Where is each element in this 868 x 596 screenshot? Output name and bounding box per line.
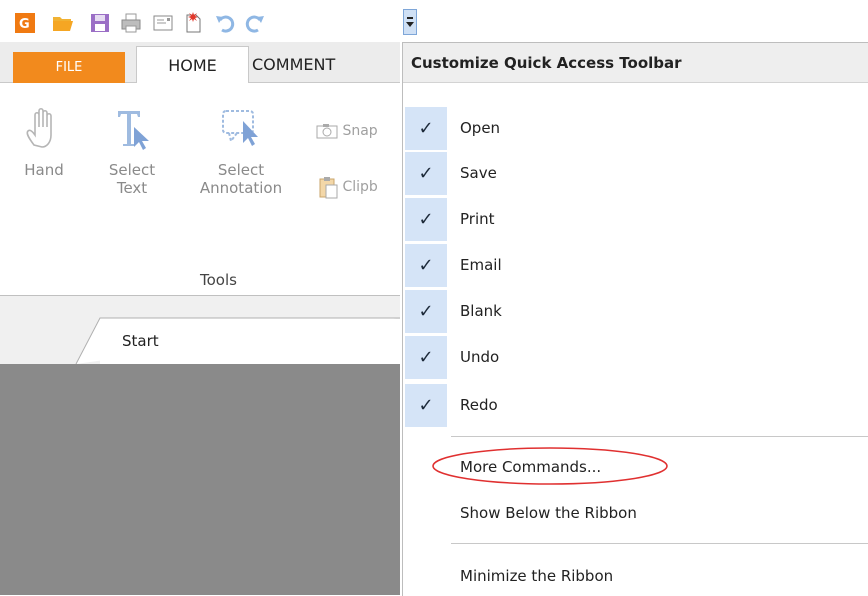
menu-item-minimize-ribbon[interactable]: Minimize the Ribbon <box>460 567 613 585</box>
clipboard-button[interactable]: Clipb <box>318 175 378 199</box>
menu-item-redo[interactable]: ✓ Redo <box>403 383 868 428</box>
tab-start[interactable]: Start <box>122 332 159 350</box>
check-icon: ✓ <box>405 107 447 150</box>
check-icon: ✓ <box>405 152 447 195</box>
snapshot-button[interactable]: Snap <box>316 123 378 139</box>
hand-icon <box>26 107 52 148</box>
menu-title: Customize Quick Access Toolbar <box>403 43 868 83</box>
select-text-icon <box>118 111 149 150</box>
tools-group-label: Tools <box>200 271 237 289</box>
ribbon-tab-bar: FILE HOME COMMENT <box>0 42 400 85</box>
camera-icon <box>316 124 338 139</box>
menu-separator <box>451 543 868 544</box>
blank-page-icon[interactable] <box>182 12 204 34</box>
hand-tool-button[interactable]: Hand <box>14 105 74 179</box>
check-icon: ✓ <box>405 198 447 241</box>
hand-label: Hand <box>24 161 64 179</box>
check-icon: ✓ <box>405 336 447 379</box>
save-icon[interactable] <box>89 12 111 34</box>
menu-item-label: Open <box>460 119 501 137</box>
menu-item-label: Email <box>460 256 502 274</box>
menu-item-blank[interactable]: ✓ Blank <box>403 289 868 334</box>
clipboard-label: Clipb <box>342 179 378 195</box>
select-annotation-icon <box>222 110 258 146</box>
menu-item-open[interactable]: ✓ Open <box>403 106 868 151</box>
select-text-label-line2: Text <box>116 179 148 197</box>
customize-quick-access-menu: Customize Quick Access Toolbar ✓ Open ✓ … <box>402 42 868 596</box>
tab-file[interactable]: FILE <box>13 52 125 83</box>
highlight-circle <box>432 447 668 485</box>
select-annotation-button[interactable]: Select Annotation <box>186 105 296 197</box>
menu-item-label: Save <box>460 164 497 182</box>
tab-home[interactable]: HOME <box>136 46 249 85</box>
menu-item-label: Print <box>460 210 495 228</box>
redo-icon[interactable] <box>244 12 266 34</box>
svg-text:G: G <box>19 17 30 32</box>
select-annotation-label-line1: Select <box>217 161 265 179</box>
customize-dropdown-icon[interactable] <box>403 9 417 35</box>
document-area <box>0 364 400 595</box>
check-icon: ✓ <box>405 244 447 287</box>
tab-comment[interactable]: COMMENT <box>252 46 335 84</box>
select-annotation-label-line2: Annotation <box>199 179 283 197</box>
print-icon[interactable] <box>120 12 142 34</box>
menu-separator <box>451 436 868 437</box>
undo-icon[interactable] <box>214 12 236 34</box>
menu-item-print[interactable]: ✓ Print <box>403 197 868 242</box>
ribbon-panel: Hand Select Text Select Annotation Snap … <box>0 83 400 296</box>
document-tab-strip <box>0 296 400 364</box>
check-icon: ✓ <box>405 384 447 427</box>
snapshot-label: Snap <box>342 123 378 139</box>
menu-item-email[interactable]: ✓ Email <box>403 243 868 288</box>
menu-item-label: Undo <box>460 348 500 366</box>
open-folder-icon[interactable] <box>52 12 74 34</box>
select-text-label-line1: Select <box>108 161 156 179</box>
check-icon: ✓ <box>405 290 447 333</box>
app-logo-icon[interactable]: G <box>14 12 36 34</box>
menu-item-save[interactable]: ✓ Save <box>403 151 868 196</box>
email-icon[interactable] <box>152 12 174 34</box>
menu-item-label: Redo <box>460 396 498 414</box>
select-text-button[interactable]: Select Text <box>102 105 162 197</box>
menu-item-undo[interactable]: ✓ Undo <box>403 335 868 380</box>
clipboard-icon <box>319 177 338 199</box>
menu-item-show-below-ribbon[interactable]: Show Below the Ribbon <box>460 504 637 522</box>
menu-item-label: Blank <box>460 302 502 320</box>
quick-access-toolbar: G <box>0 0 868 42</box>
